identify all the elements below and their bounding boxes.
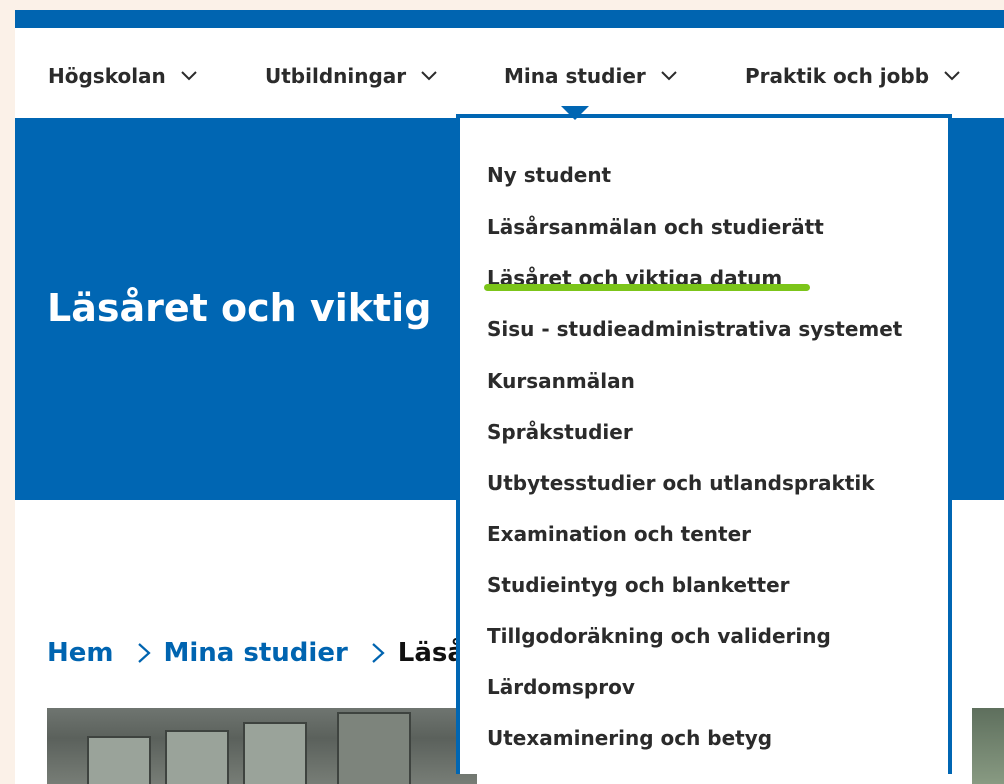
menu-item-kursanmalan[interactable]: Kursanmälan [487,366,635,396]
menu-item-tillgodorakning[interactable]: Tillgodoräkning och validering [487,621,831,651]
nav-item-label: Högskolan [48,64,166,88]
chevron-down-icon [421,71,437,81]
page-title: Läsåret och viktig [47,286,432,330]
photo-window [337,712,411,784]
photo-window [87,736,151,784]
chevron-down-icon [944,71,960,81]
menu-item-sprakstudier[interactable]: Språkstudier [487,417,633,447]
menu-item-utbytesstudier[interactable]: Utbytesstudier och utlandspraktik [487,468,875,498]
breadcrumb-home-link[interactable]: Hem [47,638,114,668]
main-navigation: Högskolan Utbildningar Mina studier Prak… [15,28,1004,118]
chevron-down-icon [181,71,197,81]
breadcrumb-section-link[interactable]: Mina studier [164,638,348,668]
menu-item-ny-student[interactable]: Ny student [487,160,611,190]
photo-window [243,722,307,784]
menu-item-lasarsanmalan[interactable]: Läsårsanmälan och studierätt [487,212,824,242]
side-photo [972,708,1004,784]
chevron-down-icon [661,71,677,81]
nav-item-hogskolan[interactable]: Högskolan [48,61,198,91]
nav-item-mina-studier[interactable]: Mina studier [504,61,678,91]
dropdown-caret [561,106,589,120]
menu-item-examination[interactable]: Examination och tenter [487,519,751,549]
nav-item-utbildningar[interactable]: Utbildningar [265,61,438,91]
nav-item-label: Mina studier [504,64,646,88]
nav-item-label: Praktik och jobb [745,64,930,88]
breadcrumb-current: Läså [397,638,465,668]
menu-item-lardomsprov[interactable]: Lärdomsprov [487,672,635,702]
chevron-right-icon [372,643,385,663]
menu-item-sisu[interactable]: Sisu - studieadministrativa systemet [487,314,902,344]
photo-window [165,730,229,784]
menu-item-utexaminering[interactable]: Utexaminering och betyg [487,723,772,753]
chevron-right-icon [137,643,151,663]
breadcrumb: Hem Mina studier Läså [47,635,465,671]
hero-photo [47,708,477,784]
menu-item-studieintyg[interactable]: Studieintyg och blanketter [487,570,790,600]
nav-item-label: Utbildningar [265,64,407,88]
top-brand-strip [15,10,1004,28]
highlight-underline [484,284,810,291]
nav-item-praktik-och-jobb[interactable]: Praktik och jobb [745,61,961,91]
